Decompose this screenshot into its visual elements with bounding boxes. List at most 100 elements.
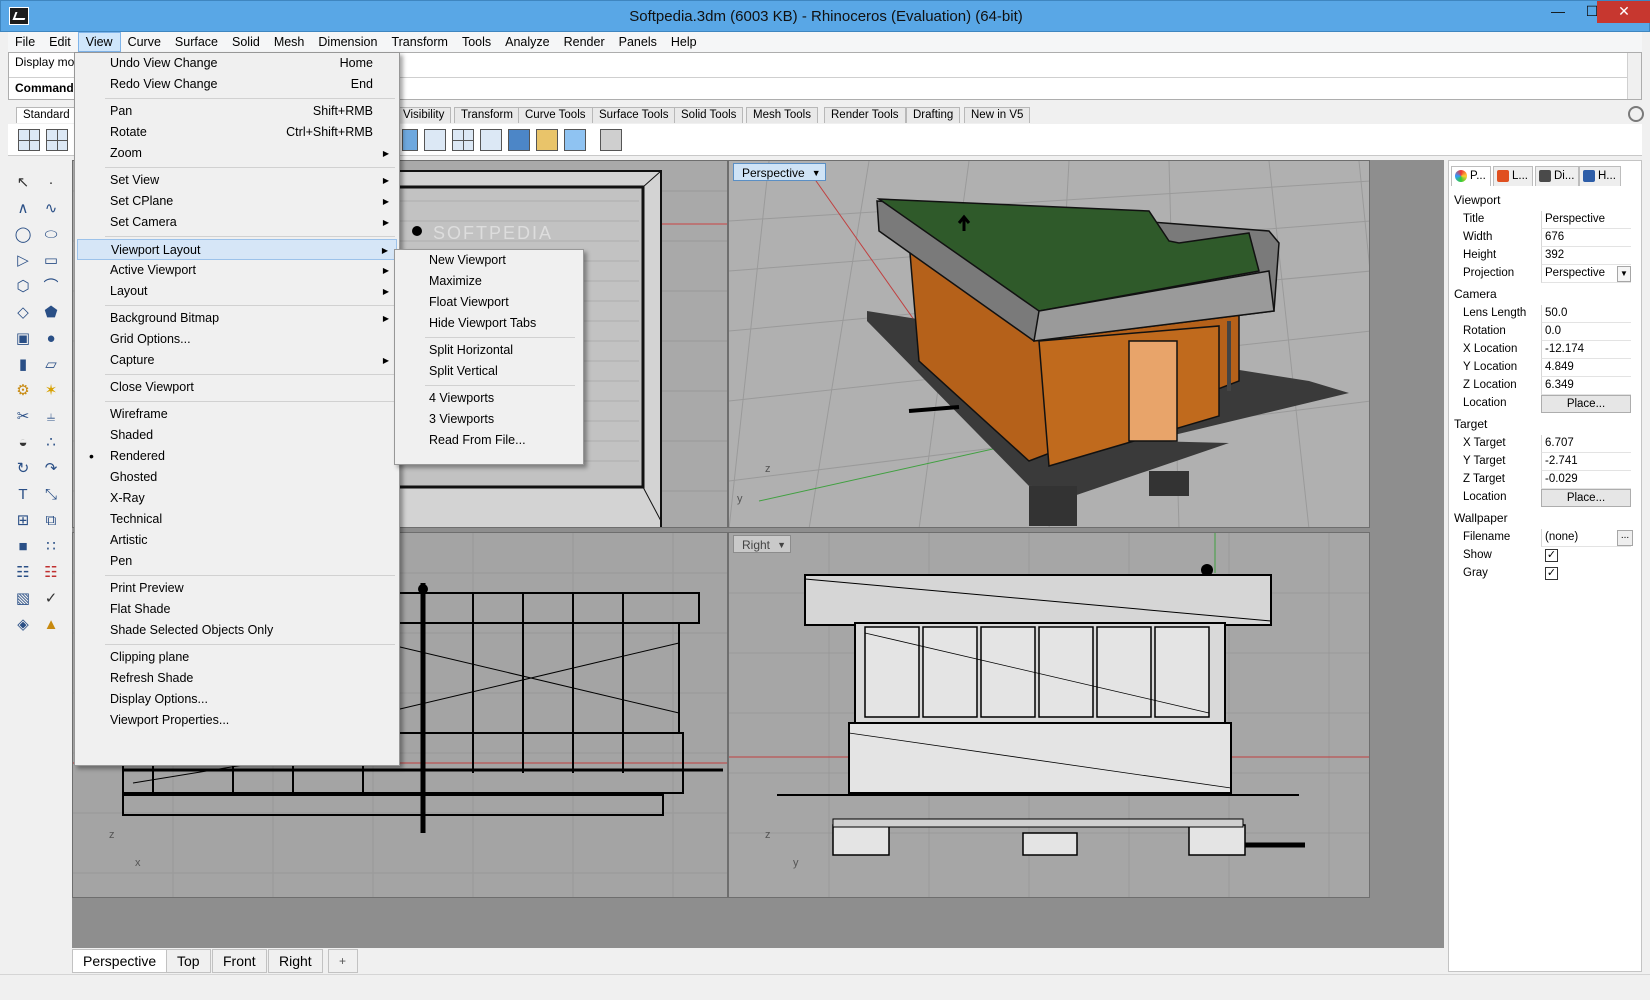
right-viewport[interactable]: Right ▼ z y: [728, 532, 1370, 898]
gear-icon[interactable]: [1628, 106, 1644, 122]
rectangle-icon[interactable]: ▭: [40, 250, 62, 272]
menu-view[interactable]: View: [77, 32, 121, 52]
rotation-field[interactable]: 0.0: [1541, 323, 1631, 341]
render-icon[interactable]: ▲: [40, 614, 62, 636]
menu-tools[interactable]: Tools: [455, 32, 498, 52]
menu-item-redo-view-change[interactable]: Redo View Change End: [77, 74, 397, 95]
menu-render[interactable]: Render: [557, 32, 612, 52]
tab-top[interactable]: Top: [166, 949, 211, 973]
tab-layers[interactable]: L...: [1493, 166, 1533, 186]
menu-surface[interactable]: Surface: [168, 32, 225, 52]
menu-item-shaded[interactable]: Shaded: [77, 425, 397, 446]
tab-standard[interactable]: Standard: [16, 107, 77, 123]
submenu-item-hide-viewport-tabs[interactable]: Hide Viewport Tabs: [397, 313, 581, 334]
array-icon[interactable]: ∷: [40, 536, 62, 558]
menu-item-technical[interactable]: Technical: [77, 509, 397, 530]
submenu-item-4-viewports[interactable]: 4 Viewports: [397, 388, 581, 409]
tab-curve-tools[interactable]: Curve Tools: [518, 107, 593, 123]
tab-transform[interactable]: Transform: [454, 107, 520, 123]
submenu-item-new-viewport[interactable]: New Viewport: [397, 250, 581, 271]
x-target-field[interactable]: 6.707: [1541, 435, 1631, 453]
menu-curve[interactable]: Curve: [121, 32, 168, 52]
menu-item-zoom[interactable]: Zoom ▶: [77, 143, 397, 164]
tab-visibility[interactable]: Visibility: [396, 107, 452, 123]
mirror-icon[interactable]: ⧉: [40, 510, 62, 532]
perspective-viewport[interactable]: Perspective ▼ z y: [728, 160, 1370, 528]
y-location-field[interactable]: 4.849: [1541, 359, 1631, 377]
menu-item-grid-options[interactable]: Grid Options...: [77, 329, 397, 350]
menu-item-display-options[interactable]: Display Options...: [77, 689, 397, 710]
tab-right[interactable]: Right: [268, 949, 323, 973]
chevron-down-icon[interactable]: ▼: [1617, 266, 1631, 282]
menu-item-layout[interactable]: Layout ▶: [77, 281, 397, 302]
tab-help[interactable]: H...: [1579, 166, 1621, 186]
menu-item-pan[interactable]: Pan Shift+RMB: [77, 101, 397, 122]
tab-solid-tools[interactable]: Solid Tools: [674, 107, 744, 123]
menu-item-artistic[interactable]: Artistic: [77, 530, 397, 551]
menu-item-rendered[interactable]: • Rendered: [77, 446, 397, 467]
target-place-button[interactable]: Place...: [1541, 489, 1631, 507]
show-checkbox[interactable]: ✓: [1545, 549, 1558, 562]
plane-icon[interactable]: ▱: [40, 354, 62, 376]
gear-tool-icon[interactable]: ⚙: [12, 380, 34, 402]
y-target-field[interactable]: -2.741: [1541, 453, 1631, 471]
trim-icon[interactable]: ✂: [12, 406, 34, 428]
check-icon[interactable]: ✓: [40, 588, 62, 610]
menu-file[interactable]: File: [8, 32, 42, 52]
move-icon[interactable]: ↷: [40, 458, 62, 480]
sphere-icon[interactable]: ●: [40, 328, 62, 350]
circle-icon[interactable]: ◯: [12, 224, 34, 246]
menu-item-capture[interactable]: Capture ▶: [77, 350, 397, 371]
split-icon[interactable]: ⫨: [40, 406, 62, 428]
menu-item-print-preview[interactable]: Print Preview: [77, 578, 397, 599]
menu-item-background-bitmap[interactable]: Background Bitmap ▶: [77, 308, 397, 329]
menu-item-ghosted[interactable]: Ghosted: [77, 467, 397, 488]
tab-render-tools[interactable]: Render Tools: [824, 107, 906, 123]
ellipse-icon[interactable]: ⬭: [40, 224, 62, 246]
menu-item-viewport-layout[interactable]: Viewport Layout ▶: [77, 239, 397, 260]
close-button[interactable]: ✕: [1597, 1, 1650, 23]
minimize-button[interactable]: —: [1541, 1, 1575, 23]
right-viewport-label[interactable]: Right ▼: [733, 535, 792, 553]
capture-icon[interactable]: [564, 129, 586, 151]
box-icon[interactable]: ▣: [12, 328, 34, 350]
print-icon[interactable]: [600, 129, 622, 151]
cylinder-icon[interactable]: ▮: [12, 354, 34, 376]
menu-panels[interactable]: Panels: [612, 32, 664, 52]
tab-mesh-tools[interactable]: Mesh Tools: [746, 107, 818, 123]
tab-new-in-v5[interactable]: New in V5: [964, 107, 1031, 123]
z-target-field[interactable]: -0.029: [1541, 471, 1631, 489]
submenu-item-split-horizontal[interactable]: Split Horizontal: [397, 340, 581, 361]
folder-icon[interactable]: [536, 129, 558, 151]
chevron-down-icon[interactable]: ▼: [812, 164, 821, 182]
dimension-icon[interactable]: ⤡: [40, 484, 62, 506]
snap-icon[interactable]: ☷: [40, 562, 62, 584]
add-viewport-tab-button[interactable]: +: [328, 949, 358, 973]
menu-help[interactable]: Help: [664, 32, 704, 52]
menu-solid[interactable]: Solid: [225, 32, 267, 52]
curve-icon[interactable]: ∿: [40, 198, 62, 220]
submenu-item-3-viewports[interactable]: 3 Viewports: [397, 409, 581, 430]
gray-checkbox[interactable]: ✓: [1545, 567, 1558, 580]
menu-item-set-view[interactable]: Set View ▶: [77, 170, 397, 191]
boolean-icon[interactable]: ◒: [12, 432, 34, 454]
z-location-field[interactable]: 6.349: [1541, 377, 1631, 395]
menu-edit[interactable]: Edit: [42, 32, 78, 52]
menu-item-active-viewport[interactable]: Active Viewport ▶: [77, 260, 397, 281]
menu-item-wireframe[interactable]: Wireframe: [77, 404, 397, 425]
new-viewport-icon[interactable]: [424, 129, 446, 151]
menu-item-flat-shade[interactable]: Flat Shade: [77, 599, 397, 620]
command-scrollbar[interactable]: [1627, 53, 1641, 99]
tab-front[interactable]: Front: [212, 949, 267, 973]
tab-properties[interactable]: P...: [1451, 166, 1491, 186]
layer-icon[interactable]: ▧: [12, 588, 34, 610]
text-icon[interactable]: T: [12, 484, 34, 506]
layout-icon[interactable]: [402, 129, 418, 151]
perspective-viewport-label[interactable]: Perspective ▼: [733, 163, 826, 181]
arc-icon[interactable]: ▷: [12, 250, 34, 272]
menu-item-viewport-properties[interactable]: Viewport Properties...: [77, 710, 397, 731]
four-viewports-icon[interactable]: [18, 129, 40, 151]
width-field[interactable]: 676: [1541, 229, 1631, 247]
menu-item-clipping-plane[interactable]: Clipping plane: [77, 647, 397, 668]
menu-mesh[interactable]: Mesh: [267, 32, 312, 52]
